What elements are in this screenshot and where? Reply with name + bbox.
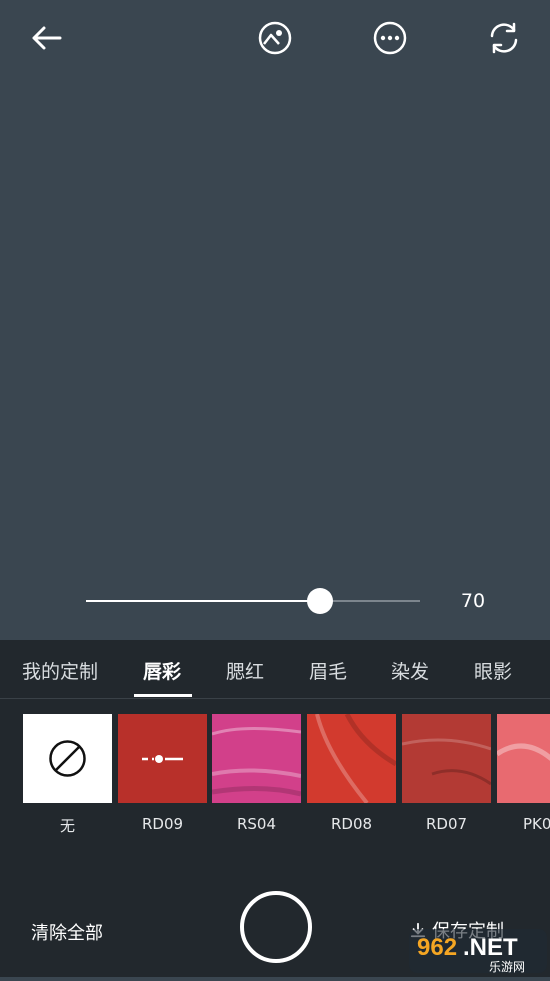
lipstick-texture xyxy=(212,726,301,797)
shutter-button[interactable] xyxy=(240,891,312,963)
top-toolbar xyxy=(0,0,550,80)
swatch-chip xyxy=(23,714,112,803)
slider-value: 70 xyxy=(460,590,486,612)
tab-eyebrow[interactable]: 眉毛 xyxy=(309,657,347,684)
adjust-selected-icon xyxy=(142,755,183,763)
switch-camera-icon[interactable] xyxy=(484,18,524,58)
intensity-slider[interactable] xyxy=(86,585,420,617)
back-arrow-icon[interactable] xyxy=(26,18,66,58)
slider-thumb[interactable] xyxy=(306,588,333,614)
tab-lip-color[interactable]: 唇彩 xyxy=(143,657,181,684)
swatch-rd08[interactable]: RD08 xyxy=(307,714,396,833)
svg-text:乐游网: 乐游网 xyxy=(489,960,525,974)
tab-hair-dye[interactable]: 染发 xyxy=(391,657,429,684)
swatch-chip xyxy=(212,714,301,803)
swatch-label: RD07 xyxy=(425,815,468,833)
color-swatch-list: 无 RD09 RS04 RD08 RD07 PK0 xyxy=(0,714,550,834)
swatch-chip xyxy=(307,714,396,803)
active-tab-indicator xyxy=(134,694,192,697)
slider-fill xyxy=(86,600,320,602)
tab-blush[interactable]: 腮红 xyxy=(226,657,264,684)
swatch-rs04[interactable]: RS04 xyxy=(212,714,301,833)
gallery-icon[interactable] xyxy=(255,18,295,58)
swatch-pk0[interactable]: PK0 xyxy=(497,714,550,833)
watermark-logo: 962 .NET 乐游网 xyxy=(405,925,550,977)
lipstick-texture xyxy=(315,714,396,803)
swatch-label: RD08 xyxy=(330,815,373,833)
swatch-label: RS04 xyxy=(236,815,277,833)
swatch-rd07[interactable]: RD07 xyxy=(402,714,491,833)
tab-eyeshadow[interactable]: 眼影 xyxy=(474,657,512,684)
category-tabs: 我的定制 唇彩 腮红 眉毛 染发 眼影 xyxy=(0,640,550,699)
swatch-chip xyxy=(497,714,550,803)
swatch-label: PK0 xyxy=(523,815,550,833)
more-options-icon[interactable] xyxy=(370,18,410,58)
lipstick-texture xyxy=(497,743,550,762)
swatch-label: RD09 xyxy=(141,815,184,833)
tab-my-custom[interactable]: 我的定制 xyxy=(22,657,98,684)
no-effect-icon xyxy=(49,740,86,777)
swatch-label: 无 xyxy=(59,817,75,834)
swatch-none[interactable]: 无 xyxy=(23,714,112,834)
lipstick-texture xyxy=(402,738,491,786)
swatch-chip xyxy=(118,714,207,803)
svg-text:962: 962 xyxy=(417,934,457,961)
swatch-rd09[interactable]: RD09 xyxy=(118,714,207,833)
camera-preview xyxy=(0,0,550,640)
clear-all-button[interactable]: 清除全部 xyxy=(31,919,103,945)
swatch-chip xyxy=(402,714,491,803)
svg-text:.NET: .NET xyxy=(463,934,518,961)
